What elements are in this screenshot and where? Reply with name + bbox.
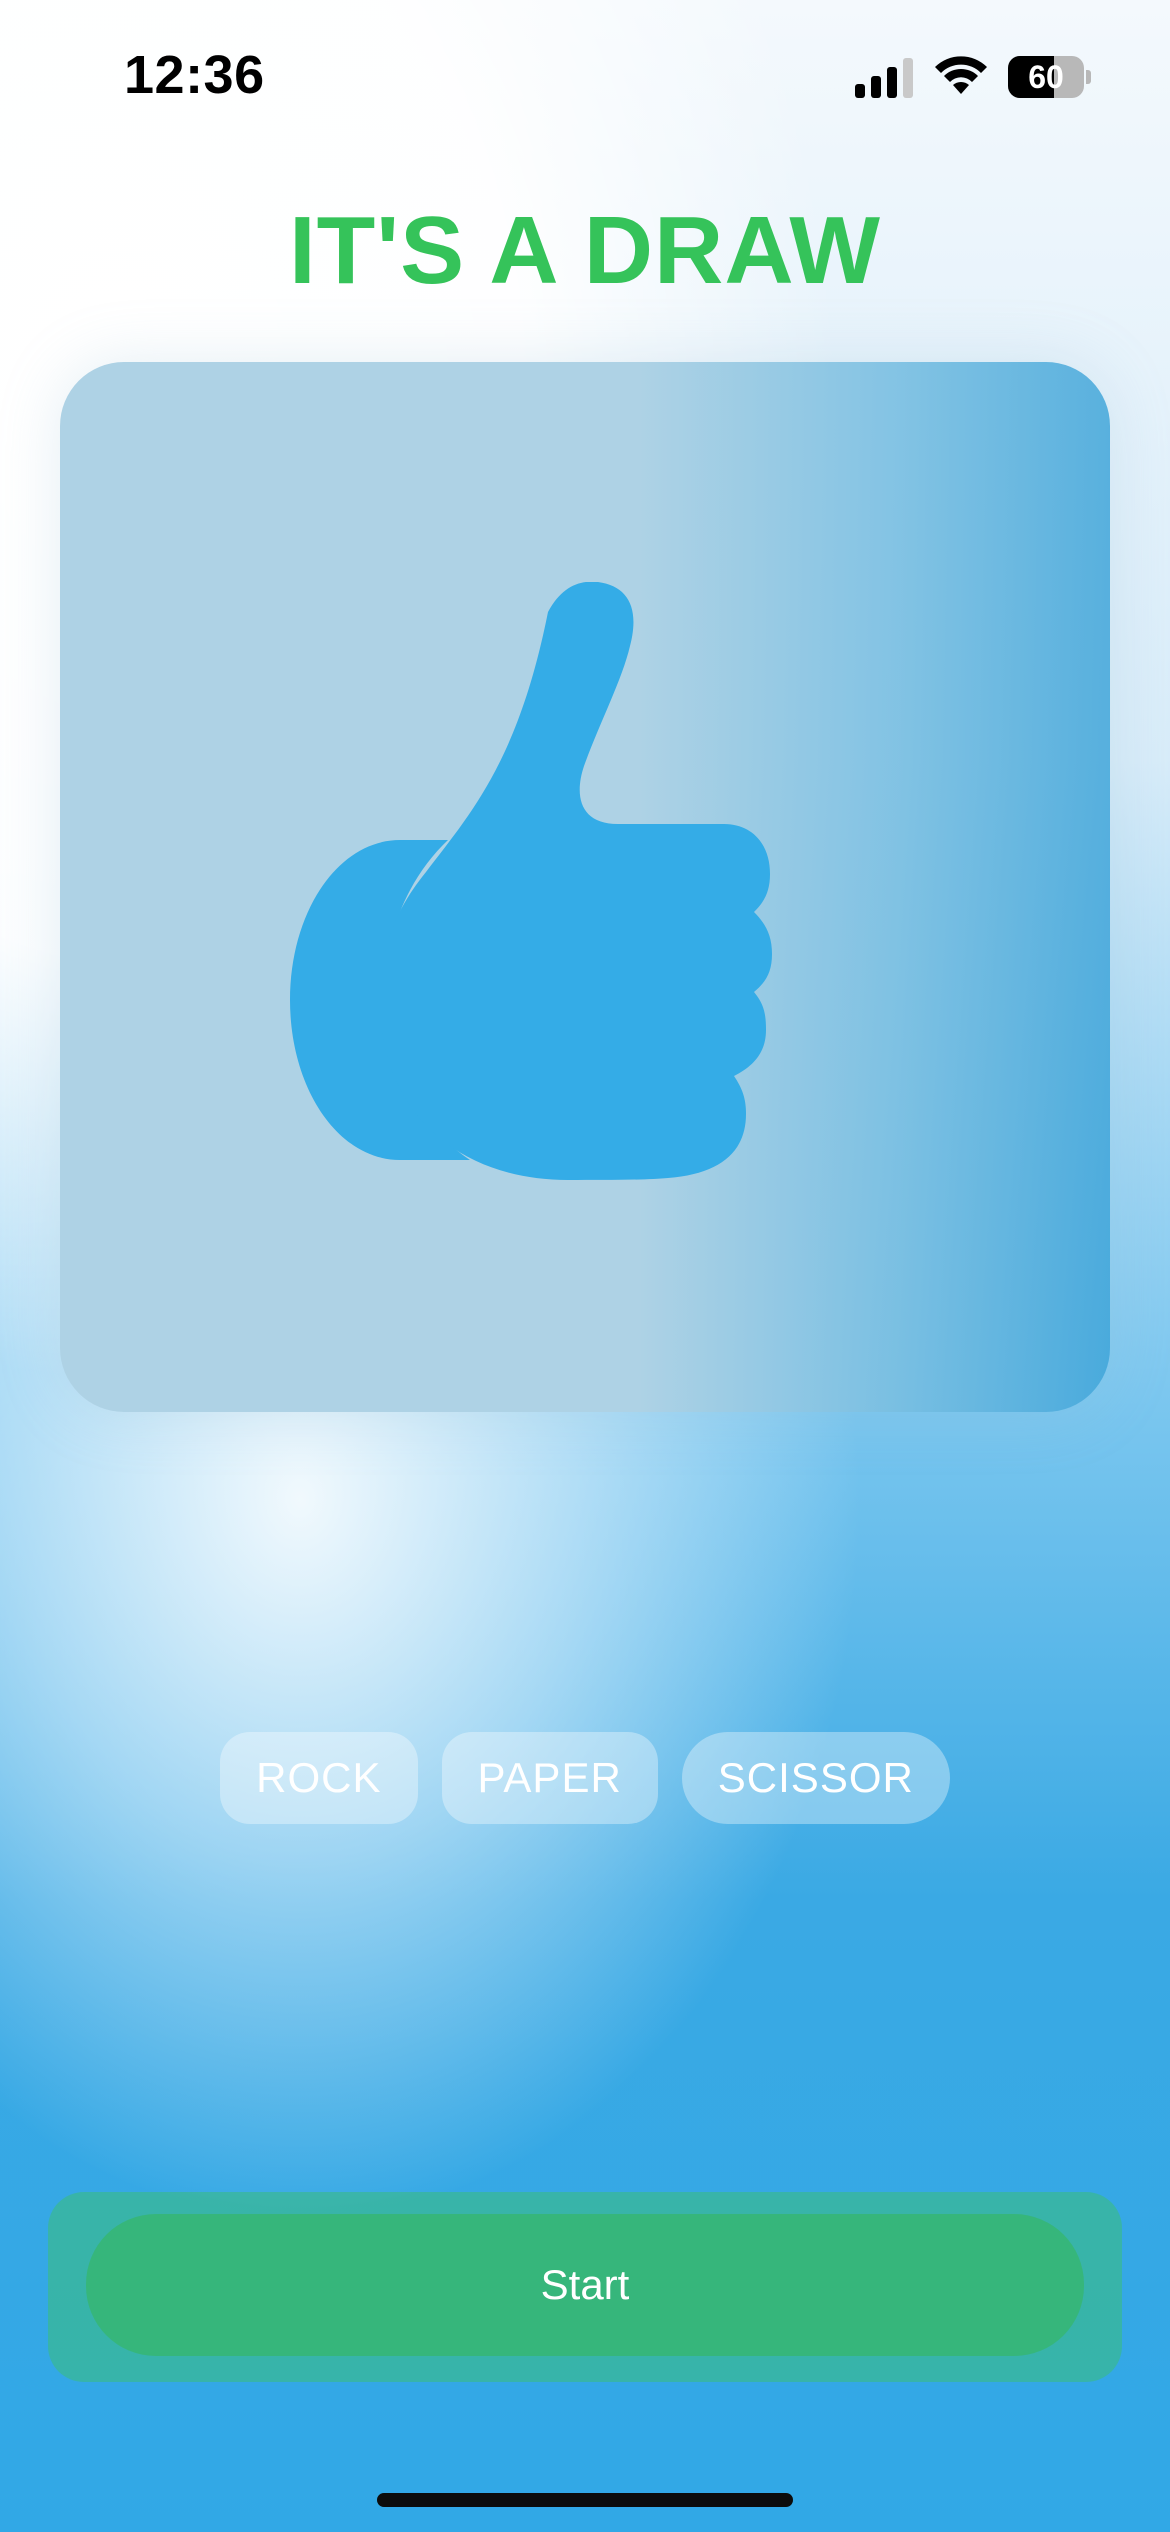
result-card xyxy=(60,362,1110,1412)
choice-buttons: ROCK PAPER SCISSOR xyxy=(0,1732,1170,1824)
scissor-button[interactable]: SCISSOR xyxy=(681,1732,950,1824)
wifi-icon xyxy=(935,56,987,94)
paper-button[interactable]: PAPER xyxy=(441,1732,658,1824)
result-title: IT'S A DRAW xyxy=(288,197,881,304)
start-button[interactable]: Start xyxy=(86,2214,1084,2356)
status-time: 12:36 xyxy=(124,45,265,105)
cellular-signal-icon xyxy=(855,58,913,98)
battery-icon: 60 xyxy=(1008,56,1091,98)
start-button-container: Start xyxy=(48,2192,1122,2382)
rock-button[interactable]: ROCK xyxy=(220,1732,418,1824)
home-indicator[interactable] xyxy=(377,2493,793,2507)
battery-body: 60 xyxy=(1008,56,1084,98)
battery-tip xyxy=(1086,70,1091,84)
status-bar: 12:36 60 xyxy=(0,0,1170,150)
battery-percentage: 60 xyxy=(1028,59,1064,95)
thumbs-up-icon xyxy=(290,582,772,1180)
